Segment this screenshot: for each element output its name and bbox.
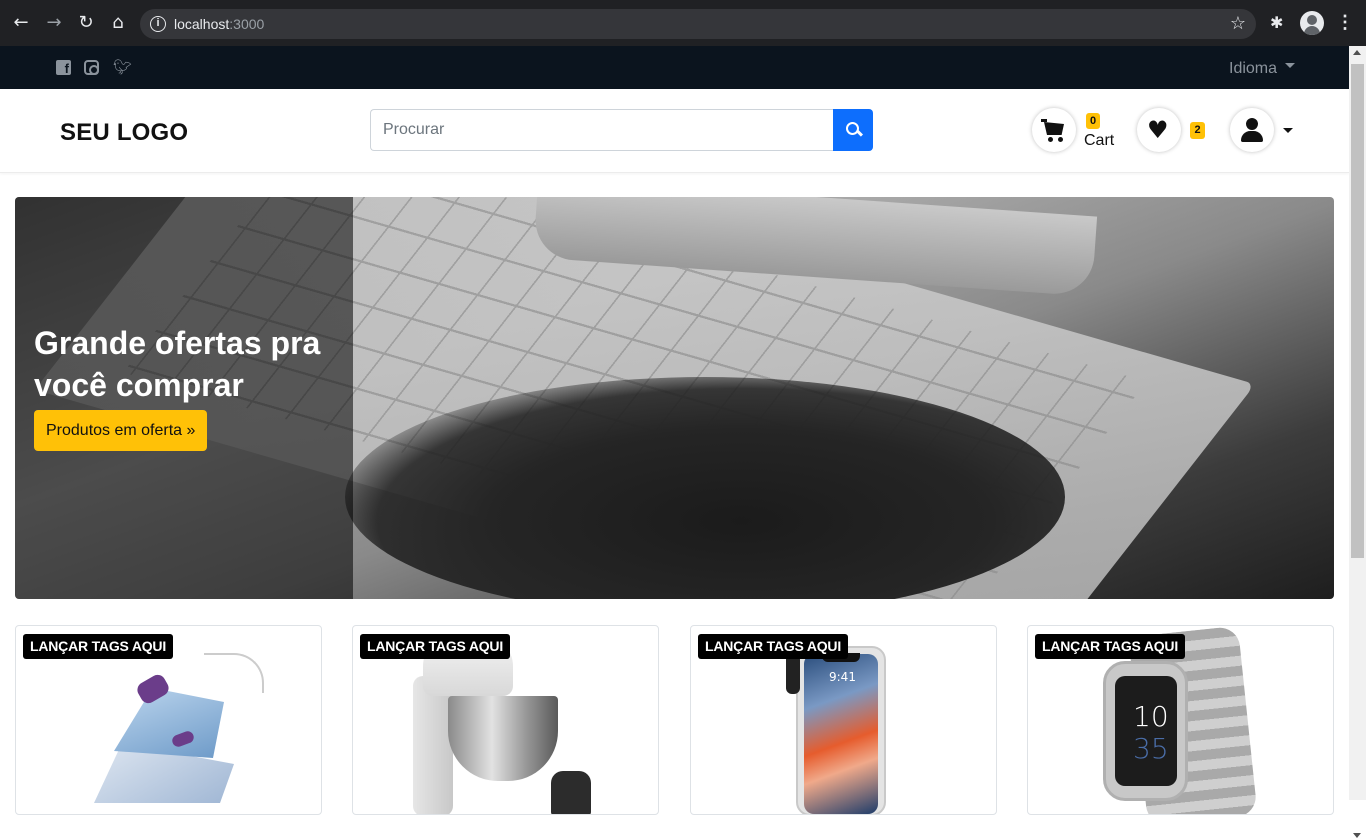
smartphone-image: 9:41 [786, 646, 886, 814]
cart-button[interactable] [1032, 108, 1076, 152]
mixer-bowl [448, 696, 558, 781]
browser-toolbar: ← → ↻ ⌂ i localhost:3000 ☆ ✱ ⋮ [0, 0, 1366, 46]
page-scrollbar[interactable] [1349, 46, 1366, 838]
menu-icon[interactable]: ⋮ [1336, 12, 1354, 33]
forward-icon[interactable]: → [43, 12, 65, 34]
star-icon[interactable]: ☆ [1230, 13, 1246, 34]
iron-top [114, 688, 224, 758]
user-icon [1246, 118, 1258, 130]
user-icon-body [1241, 131, 1263, 142]
cart-icon-wheel [1048, 137, 1053, 142]
scrollbar-thumb[interactable] [1351, 64, 1364, 558]
url-text[interactable]: localhost:3000 [174, 16, 264, 32]
stand-mixer-image [393, 636, 591, 814]
cart-icon [1041, 119, 1047, 122]
product-card[interactable]: LANÇAR TAGS AQUI 10 35 [1027, 625, 1334, 815]
hero-banner: Grande ofertas pra você comprar barato! … [15, 197, 1334, 599]
site-logo[interactable]: SEU LOGO [60, 119, 188, 147]
search-input[interactable] [370, 109, 834, 151]
caret-down-icon [1285, 63, 1296, 69]
product-card[interactable]: LANÇAR TAGS AQUI 9:41 [690, 625, 997, 815]
language-dropdown[interactable]: Idioma [1229, 60, 1296, 78]
scroll-down-icon[interactable] [1353, 833, 1361, 838]
watch-screen: 10 35 [1115, 676, 1177, 786]
mixer-column [413, 676, 453, 814]
search-form [370, 109, 873, 151]
back-icon[interactable]: ← [10, 12, 32, 34]
steam-iron-image [94, 653, 264, 803]
instagram-icon[interactable] [84, 60, 99, 75]
profile-icon[interactable] [1300, 11, 1324, 35]
reload-icon[interactable]: ↻ [75, 12, 97, 34]
extensions-icon[interactable]: ✱ [1270, 13, 1288, 32]
cart-label[interactable]: Cart [1084, 132, 1114, 150]
heart-icon: ♥ [1147, 116, 1169, 144]
product-tag: LANÇAR TAGS AQUI [698, 634, 849, 659]
watch-hour: 10 [1133, 700, 1169, 733]
twitter-icon[interactable]: 🐦︎ [113, 60, 132, 75]
product-card[interactable]: LANÇAR TAGS AQUI [352, 625, 659, 815]
product-tag: LANÇAR TAGS AQUI [23, 634, 174, 659]
address-bar[interactable]: i localhost:3000 ☆ [140, 9, 1256, 39]
home-icon[interactable]: ⌂ [107, 12, 129, 34]
phone-camera [786, 654, 800, 694]
cart-icon-basket [1044, 122, 1064, 135]
site-header: SEU LOGO ♥ [0, 89, 1349, 173]
product-card[interactable]: LANÇAR TAGS AQUI [15, 625, 322, 815]
cart-count-badge: 0 [1086, 113, 1100, 129]
watch-face: 10 35 [1103, 661, 1188, 801]
scroll-up-icon[interactable] [1353, 50, 1361, 55]
watch-minute: 35 [1133, 732, 1169, 765]
top-bar: f 🐦︎ Idioma [0, 46, 1349, 89]
offers-button[interactable]: Produtos em oferta » [34, 410, 208, 451]
wishlist-button[interactable]: ♥ [1137, 108, 1181, 152]
language-label: Idioma [1229, 60, 1278, 77]
product-tag: LANÇAR TAGS AQUI [1035, 634, 1186, 659]
iron-cord [204, 653, 264, 693]
wishlist-count-badge: 2 [1190, 122, 1205, 139]
caret-down-icon[interactable] [1283, 128, 1293, 133]
phone-time: 9:41 [829, 670, 856, 684]
cart-icon-wheel [1058, 137, 1063, 142]
url-port: :3000 [229, 16, 265, 32]
product-tag: LANÇAR TAGS AQUI [360, 634, 511, 659]
url-host: localhost [174, 16, 230, 32]
facebook-icon[interactable]: f [56, 60, 71, 76]
search-button[interactable] [833, 109, 873, 151]
info-icon[interactable]: i [150, 16, 166, 32]
user-account-button[interactable] [1230, 108, 1274, 152]
mixer-attachment [551, 771, 591, 814]
